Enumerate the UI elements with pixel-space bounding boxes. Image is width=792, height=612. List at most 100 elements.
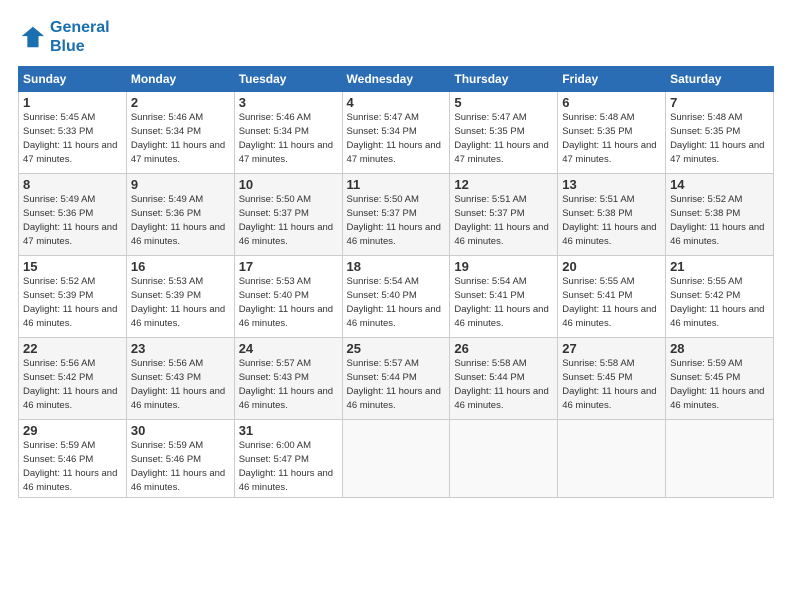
calendar-cell: 1 Sunrise: 5:45 AMSunset: 5:33 PMDayligh… (19, 92, 127, 174)
weekday-header-tuesday: Tuesday (234, 67, 342, 92)
weekday-header-sunday: Sunday (19, 67, 127, 92)
logo-icon (18, 23, 46, 51)
day-number: 17 (239, 259, 338, 274)
day-info: Sunrise: 5:52 AMSunset: 5:39 PMDaylight:… (23, 275, 122, 330)
calendar-cell: 8 Sunrise: 5:49 AMSunset: 5:36 PMDayligh… (19, 174, 127, 256)
calendar-cell: 31 Sunrise: 6:00 AMSunset: 5:47 PMDaylig… (234, 420, 342, 498)
calendar-week-5: 29 Sunrise: 5:59 AMSunset: 5:46 PMDaylig… (19, 420, 774, 498)
calendar-cell: 14 Sunrise: 5:52 AMSunset: 5:38 PMDaylig… (666, 174, 774, 256)
day-info: Sunrise: 6:00 AMSunset: 5:47 PMDaylight:… (239, 439, 338, 494)
day-number: 31 (239, 423, 338, 438)
day-number: 24 (239, 341, 338, 356)
calendar-cell: 18 Sunrise: 5:54 AMSunset: 5:40 PMDaylig… (342, 256, 450, 338)
day-number: 10 (239, 177, 338, 192)
day-number: 21 (670, 259, 769, 274)
day-info: Sunrise: 5:58 AMSunset: 5:44 PMDaylight:… (454, 357, 553, 412)
day-number: 22 (23, 341, 122, 356)
calendar-cell: 16 Sunrise: 5:53 AMSunset: 5:39 PMDaylig… (126, 256, 234, 338)
day-number: 9 (131, 177, 230, 192)
day-info: Sunrise: 5:56 AMSunset: 5:42 PMDaylight:… (23, 357, 122, 412)
day-info: Sunrise: 5:58 AMSunset: 5:45 PMDaylight:… (562, 357, 661, 412)
day-number: 7 (670, 95, 769, 110)
calendar-cell: 3 Sunrise: 5:46 AMSunset: 5:34 PMDayligh… (234, 92, 342, 174)
calendar-cell: 22 Sunrise: 5:56 AMSunset: 5:42 PMDaylig… (19, 338, 127, 420)
day-info: Sunrise: 5:46 AMSunset: 5:34 PMDaylight:… (239, 111, 338, 166)
day-number: 5 (454, 95, 553, 110)
calendar-week-2: 8 Sunrise: 5:49 AMSunset: 5:36 PMDayligh… (19, 174, 774, 256)
calendar-cell: 27 Sunrise: 5:58 AMSunset: 5:45 PMDaylig… (558, 338, 666, 420)
day-info: Sunrise: 5:53 AMSunset: 5:40 PMDaylight:… (239, 275, 338, 330)
day-info: Sunrise: 5:50 AMSunset: 5:37 PMDaylight:… (239, 193, 338, 248)
day-info: Sunrise: 5:49 AMSunset: 5:36 PMDaylight:… (131, 193, 230, 248)
day-info: Sunrise: 5:55 AMSunset: 5:41 PMDaylight:… (562, 275, 661, 330)
calendar-cell: 25 Sunrise: 5:57 AMSunset: 5:44 PMDaylig… (342, 338, 450, 420)
day-info: Sunrise: 5:54 AMSunset: 5:40 PMDaylight:… (347, 275, 446, 330)
logo-blue-text: Blue (50, 38, 85, 55)
calendar-cell (450, 420, 558, 498)
weekday-header-saturday: Saturday (666, 67, 774, 92)
day-info: Sunrise: 5:54 AMSunset: 5:41 PMDaylight:… (454, 275, 553, 330)
day-number: 27 (562, 341, 661, 356)
calendar-cell: 12 Sunrise: 5:51 AMSunset: 5:37 PMDaylig… (450, 174, 558, 256)
day-info: Sunrise: 5:57 AMSunset: 5:43 PMDaylight:… (239, 357, 338, 412)
calendar-cell: 7 Sunrise: 5:48 AMSunset: 5:35 PMDayligh… (666, 92, 774, 174)
calendar-table: SundayMondayTuesdayWednesdayThursdayFrid… (18, 66, 774, 498)
day-info: Sunrise: 5:47 AMSunset: 5:35 PMDaylight:… (454, 111, 553, 166)
day-number: 2 (131, 95, 230, 110)
day-number: 25 (347, 341, 446, 356)
day-info: Sunrise: 5:51 AMSunset: 5:37 PMDaylight:… (454, 193, 553, 248)
calendar-week-3: 15 Sunrise: 5:52 AMSunset: 5:39 PMDaylig… (19, 256, 774, 338)
calendar-cell: 13 Sunrise: 5:51 AMSunset: 5:38 PMDaylig… (558, 174, 666, 256)
day-number: 29 (23, 423, 122, 438)
calendar-cell: 30 Sunrise: 5:59 AMSunset: 5:46 PMDaylig… (126, 420, 234, 498)
weekday-header-friday: Friday (558, 67, 666, 92)
day-number: 3 (239, 95, 338, 110)
calendar-cell: 28 Sunrise: 5:59 AMSunset: 5:45 PMDaylig… (666, 338, 774, 420)
day-info: Sunrise: 5:47 AMSunset: 5:34 PMDaylight:… (347, 111, 446, 166)
day-number: 15 (23, 259, 122, 274)
calendar-cell: 29 Sunrise: 5:59 AMSunset: 5:46 PMDaylig… (19, 420, 127, 498)
calendar-cell: 4 Sunrise: 5:47 AMSunset: 5:34 PMDayligh… (342, 92, 450, 174)
day-info: Sunrise: 5:48 AMSunset: 5:35 PMDaylight:… (562, 111, 661, 166)
logo-text: General Blue (50, 18, 110, 56)
calendar-cell: 20 Sunrise: 5:55 AMSunset: 5:41 PMDaylig… (558, 256, 666, 338)
calendar-cell (558, 420, 666, 498)
calendar-cell: 10 Sunrise: 5:50 AMSunset: 5:37 PMDaylig… (234, 174, 342, 256)
calendar-cell (342, 420, 450, 498)
day-number: 20 (562, 259, 661, 274)
day-number: 16 (131, 259, 230, 274)
calendar-cell: 9 Sunrise: 5:49 AMSunset: 5:36 PMDayligh… (126, 174, 234, 256)
logo: General Blue (18, 18, 110, 56)
day-info: Sunrise: 5:59 AMSunset: 5:46 PMDaylight:… (131, 439, 230, 494)
calendar-cell (666, 420, 774, 498)
calendar-cell: 23 Sunrise: 5:56 AMSunset: 5:43 PMDaylig… (126, 338, 234, 420)
day-info: Sunrise: 5:59 AMSunset: 5:46 PMDaylight:… (23, 439, 122, 494)
day-number: 11 (347, 177, 446, 192)
logo-general: General (50, 19, 110, 36)
day-info: Sunrise: 5:57 AMSunset: 5:44 PMDaylight:… (347, 357, 446, 412)
day-number: 6 (562, 95, 661, 110)
day-info: Sunrise: 5:51 AMSunset: 5:38 PMDaylight:… (562, 193, 661, 248)
weekday-header-thursday: Thursday (450, 67, 558, 92)
calendar-cell: 2 Sunrise: 5:46 AMSunset: 5:34 PMDayligh… (126, 92, 234, 174)
day-number: 26 (454, 341, 553, 356)
header: General Blue (18, 18, 774, 56)
calendar-cell: 5 Sunrise: 5:47 AMSunset: 5:35 PMDayligh… (450, 92, 558, 174)
calendar-week-4: 22 Sunrise: 5:56 AMSunset: 5:42 PMDaylig… (19, 338, 774, 420)
day-number: 13 (562, 177, 661, 192)
calendar-cell: 6 Sunrise: 5:48 AMSunset: 5:35 PMDayligh… (558, 92, 666, 174)
calendar-week-1: 1 Sunrise: 5:45 AMSunset: 5:33 PMDayligh… (19, 92, 774, 174)
day-info: Sunrise: 5:59 AMSunset: 5:45 PMDaylight:… (670, 357, 769, 412)
day-info: Sunrise: 5:52 AMSunset: 5:38 PMDaylight:… (670, 193, 769, 248)
day-info: Sunrise: 5:53 AMSunset: 5:39 PMDaylight:… (131, 275, 230, 330)
day-number: 23 (131, 341, 230, 356)
day-number: 12 (454, 177, 553, 192)
weekday-header-row: SundayMondayTuesdayWednesdayThursdayFrid… (19, 67, 774, 92)
day-number: 30 (131, 423, 230, 438)
day-info: Sunrise: 5:50 AMSunset: 5:37 PMDaylight:… (347, 193, 446, 248)
day-number: 4 (347, 95, 446, 110)
day-info: Sunrise: 5:48 AMSunset: 5:35 PMDaylight:… (670, 111, 769, 166)
day-number: 1 (23, 95, 122, 110)
calendar-cell: 11 Sunrise: 5:50 AMSunset: 5:37 PMDaylig… (342, 174, 450, 256)
calendar-cell: 19 Sunrise: 5:54 AMSunset: 5:41 PMDaylig… (450, 256, 558, 338)
